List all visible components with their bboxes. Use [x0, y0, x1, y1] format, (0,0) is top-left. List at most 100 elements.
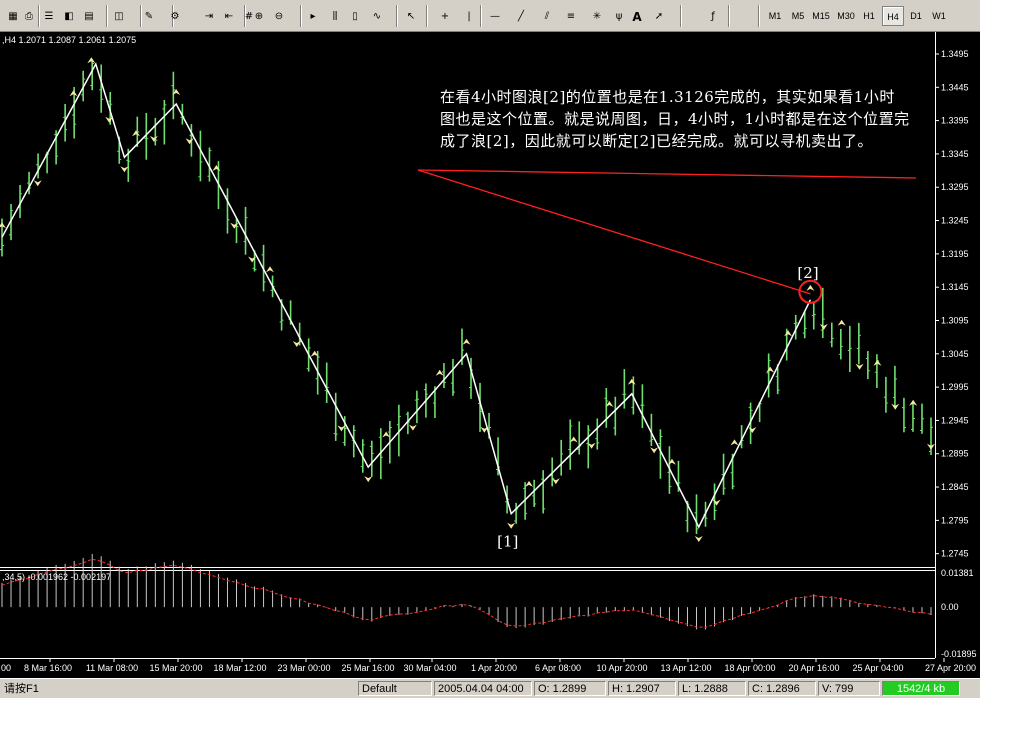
strategy-tester-icon[interactable]: ◫ [110, 6, 128, 26]
chart-header: ,H4 1.2071 1.2087 1.2061 1.2075 [2, 35, 136, 45]
fractal-down-arrow-icon [33, 180, 42, 187]
wave-1-label: [1] [497, 533, 518, 551]
price-tick-label: 1.2995 [941, 382, 969, 392]
wave-2-label: [2] [797, 264, 818, 282]
pointer-icon[interactable]: ↖ [402, 6, 420, 26]
indicator-tick-label: -0.01895 [941, 649, 977, 659]
price-tick-label: 1.2795 [941, 515, 969, 525]
toolbar-separator [480, 5, 482, 27]
fractal-down-arrow-icon [650, 447, 659, 454]
fractal-down-arrow-icon [819, 323, 828, 330]
properties-icon[interactable]: ✎ [140, 6, 158, 26]
status-time: 2005.04.04 04:00 [434, 681, 532, 696]
time-tick-label: 00 [1, 663, 11, 673]
fibonacci-icon[interactable]: ≡ [562, 6, 580, 26]
bar-chart-icon[interactable]: ⫼ [326, 6, 344, 26]
timeframe-h1[interactable]: H1 [858, 6, 880, 26]
chart-window[interactable]: 1.3495 1.3445 1.3395 1.3345 1.3295 1.3245 1.31… [0, 32, 980, 678]
timeframe-m15[interactable]: M15 [810, 6, 832, 26]
time-tick-label: 15 Mar 20:00 [149, 663, 202, 673]
time-tick-label: 6 Apr 08:00 [535, 663, 581, 673]
time-tick-label: 18 Apr 00:00 [724, 663, 775, 673]
zoom-in-icon[interactable]: ⊕ [250, 6, 268, 26]
time-tick-label: 25 Apr 04:00 [852, 663, 903, 673]
toolbar-separator [758, 5, 760, 27]
price-tick-label: 1.3245 [941, 216, 969, 226]
trend-line-icon[interactable]: ╱ [512, 6, 530, 26]
vertical-line-icon[interactable]: | [460, 6, 478, 26]
fractal-down-arrow-icon [551, 478, 560, 485]
price-tick-label: 1.2895 [941, 449, 969, 459]
time-tick-label: 11 Mar 08:00 [86, 663, 138, 673]
toolbar-separator [426, 5, 428, 27]
time-tick-label: 10 Apr 20:00 [596, 663, 647, 673]
time-tick-label: 13 Apr 12:00 [660, 663, 711, 673]
chart-shift-icon[interactable]: ⇤ [220, 6, 238, 26]
fork-icon[interactable]: ψ [610, 6, 628, 26]
expert-advisors-icon[interactable]: ⚙ [166, 6, 184, 26]
time-tick-label: 23 Mar 00:00 [277, 663, 330, 673]
price-tick-label: 1.3495 [941, 49, 969, 59]
fractal-down-arrow-icon [120, 166, 129, 173]
text-icon[interactable]: A [628, 6, 646, 26]
fractal-up-arrow-icon [525, 480, 534, 487]
timeframe-h4[interactable]: H4 [882, 6, 904, 26]
horizontal-line-icon[interactable]: — [486, 6, 504, 26]
toolbar-separator [728, 5, 730, 27]
fractal-up-arrow-icon [766, 366, 775, 373]
status-volume: V: 799 [818, 681, 880, 696]
timeframe-d1[interactable]: D1 [905, 6, 927, 26]
fractal-up-arrow-icon [837, 319, 846, 326]
time-tick-label: 30 Mar 04:00 [403, 663, 456, 673]
timeframe-m30[interactable]: M30 [835, 6, 857, 26]
autoscroll-icon[interactable]: ⇥ [200, 6, 218, 26]
candle-chart-icon[interactable]: ▯ [346, 6, 364, 26]
arrow-icon[interactable]: ➚ [650, 6, 668, 26]
timeframe-w1[interactable]: W1 [928, 6, 950, 26]
line-chart-icon[interactable]: ∿ [368, 6, 386, 26]
fractal-down-arrow-icon [364, 476, 373, 483]
time-tick-label: 1 Apr 20:00 [471, 663, 517, 673]
gann-icon[interactable]: ✳ [588, 6, 606, 26]
indicator-tick-label: 0.00 [941, 602, 959, 612]
indicator-header: ,34,5) -0.001962 -0.002197 [2, 572, 111, 582]
terminal-icon[interactable]: ▤ [80, 6, 98, 26]
status-bar: 请按F1 Default 2005.04.04 04:00 O: 1.2899 … [0, 678, 980, 698]
time-tick-label: 27 Apr 20:00 [925, 663, 976, 673]
annotation-text: 在看4小时图浪[2]的位置也是在1.3126完成的，其实如果看1小时图也是这个位… [440, 88, 910, 150]
toolbar-separator [300, 5, 302, 27]
channel-icon[interactable]: ⫽ [538, 6, 556, 26]
timeframe-m5[interactable]: M5 [787, 6, 809, 26]
crosshair-icon[interactable]: + [436, 6, 454, 26]
time-tick-label: 20 Apr 16:00 [788, 663, 839, 673]
price-tick-label: 1.3145 [941, 282, 969, 292]
toolbar-separator [680, 5, 682, 27]
cursor-icon[interactable]: ▸ [304, 6, 322, 26]
toolbar-separator [106, 5, 108, 27]
indicator-tick-label: 0.01381 [941, 568, 974, 578]
fractal-up-arrow-icon [265, 266, 274, 273]
fractal-up-arrow-icon [462, 338, 471, 345]
fractal-up-arrow-icon [730, 439, 739, 446]
fractal-up-arrow-icon [0, 222, 6, 229]
fractal-down-arrow-icon [507, 522, 516, 529]
status-close: C: 1.2896 [748, 681, 816, 696]
zoom-out-icon[interactable]: ⊖ [270, 6, 288, 26]
trend-line-horizontal [417, 169, 917, 179]
navigator-icon[interactable]: ◧ [60, 6, 78, 26]
price-tick-label: 1.3445 [941, 82, 969, 92]
toolbar-separator [396, 5, 398, 27]
period-icon[interactable]: ƒ [704, 6, 722, 26]
price-tick-label: 1.3045 [941, 349, 969, 359]
price-tick-label: 1.2745 [941, 549, 969, 559]
timeframe-m1[interactable]: M1 [764, 6, 786, 26]
price-tick-label: 1.3345 [941, 149, 969, 159]
status-traffic: 1542/4 kb [882, 681, 960, 696]
status-low: L: 1.2888 [678, 681, 746, 696]
toolbar: ▦ ⎙ ☰ ◧ ▤ ◫ ✎ ⚙ ⇥ ⇤ # ⊕ ⊖ ▸ ⫼ ▯ ∿ ↖ + | — ╱ ⫽ ≡ ✳ ψ A ➚ ƒ M1 M5 M15 M30 H… [0, 0, 980, 32]
price-tick-label: 1.3195 [941, 249, 969, 259]
print-icon[interactable]: ⎙ [20, 6, 38, 26]
fractal-down-arrow-icon [149, 135, 158, 142]
price-tick-label: 1.2945 [941, 415, 969, 425]
market-watch-icon[interactable]: ☰ [40, 6, 58, 26]
